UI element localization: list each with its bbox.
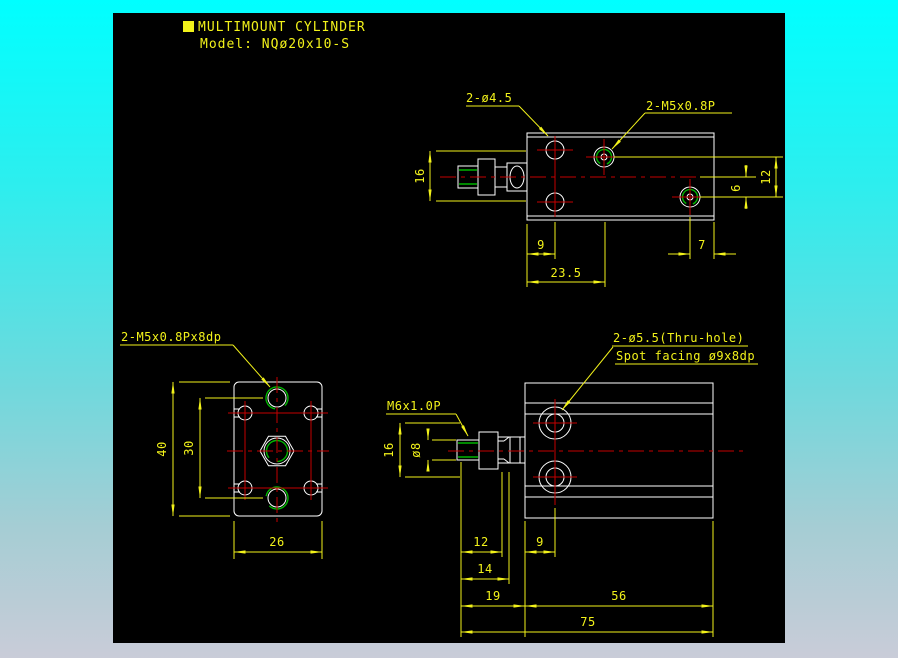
top-view-thread-label: 2-M5x0.8P bbox=[646, 99, 716, 113]
front-view-dim-40: 40 bbox=[155, 441, 169, 456]
side-view-dim-12: 12 bbox=[473, 535, 488, 549]
side-view-dim-19: 19 bbox=[485, 589, 500, 603]
top-view-dim-12: 12 bbox=[759, 169, 773, 184]
side-view-dim-16: 16 bbox=[382, 442, 396, 457]
title-bullet-icon bbox=[183, 21, 194, 32]
top-view-dim-6: 6 bbox=[729, 184, 743, 192]
side-view-dim-75: 75 bbox=[580, 615, 595, 629]
side-view-spot-facing-label: Spot facing ø9x8dp bbox=[616, 349, 755, 363]
cad-canvas[interactable]: MULTIMOUNT CYLINDER Model: NQø20x10-S 2-… bbox=[0, 0, 898, 658]
top-view-dim-9: 9 bbox=[537, 238, 545, 252]
side-view-thru-hole-label: 2-ø5.5(Thru-hole) bbox=[613, 331, 744, 345]
top-view-hole-label: 2-ø4.5 bbox=[466, 91, 512, 105]
top-view-dim-16: 16 bbox=[413, 168, 427, 183]
drawing-model: Model: NQø20x10-S bbox=[200, 37, 350, 52]
front-view-dim-30: 30 bbox=[182, 440, 196, 455]
side-view-dim-56: 56 bbox=[611, 589, 626, 603]
side-view-dim-9: 9 bbox=[536, 535, 544, 549]
top-view-dim-7: 7 bbox=[698, 238, 706, 252]
side-view-dim-14: 14 bbox=[477, 562, 492, 576]
side-view-dim-rod-dia: ø8 bbox=[409, 442, 423, 457]
side-view-rod-thread-label: M6x1.0P bbox=[387, 399, 441, 413]
front-view-thread-label: 2-M5x0.8Px8dp bbox=[121, 330, 221, 344]
drawing-title: MULTIMOUNT CYLINDER bbox=[198, 20, 366, 35]
front-view-dim-26: 26 bbox=[269, 535, 284, 549]
top-view-dim-23-5: 23.5 bbox=[551, 266, 582, 280]
